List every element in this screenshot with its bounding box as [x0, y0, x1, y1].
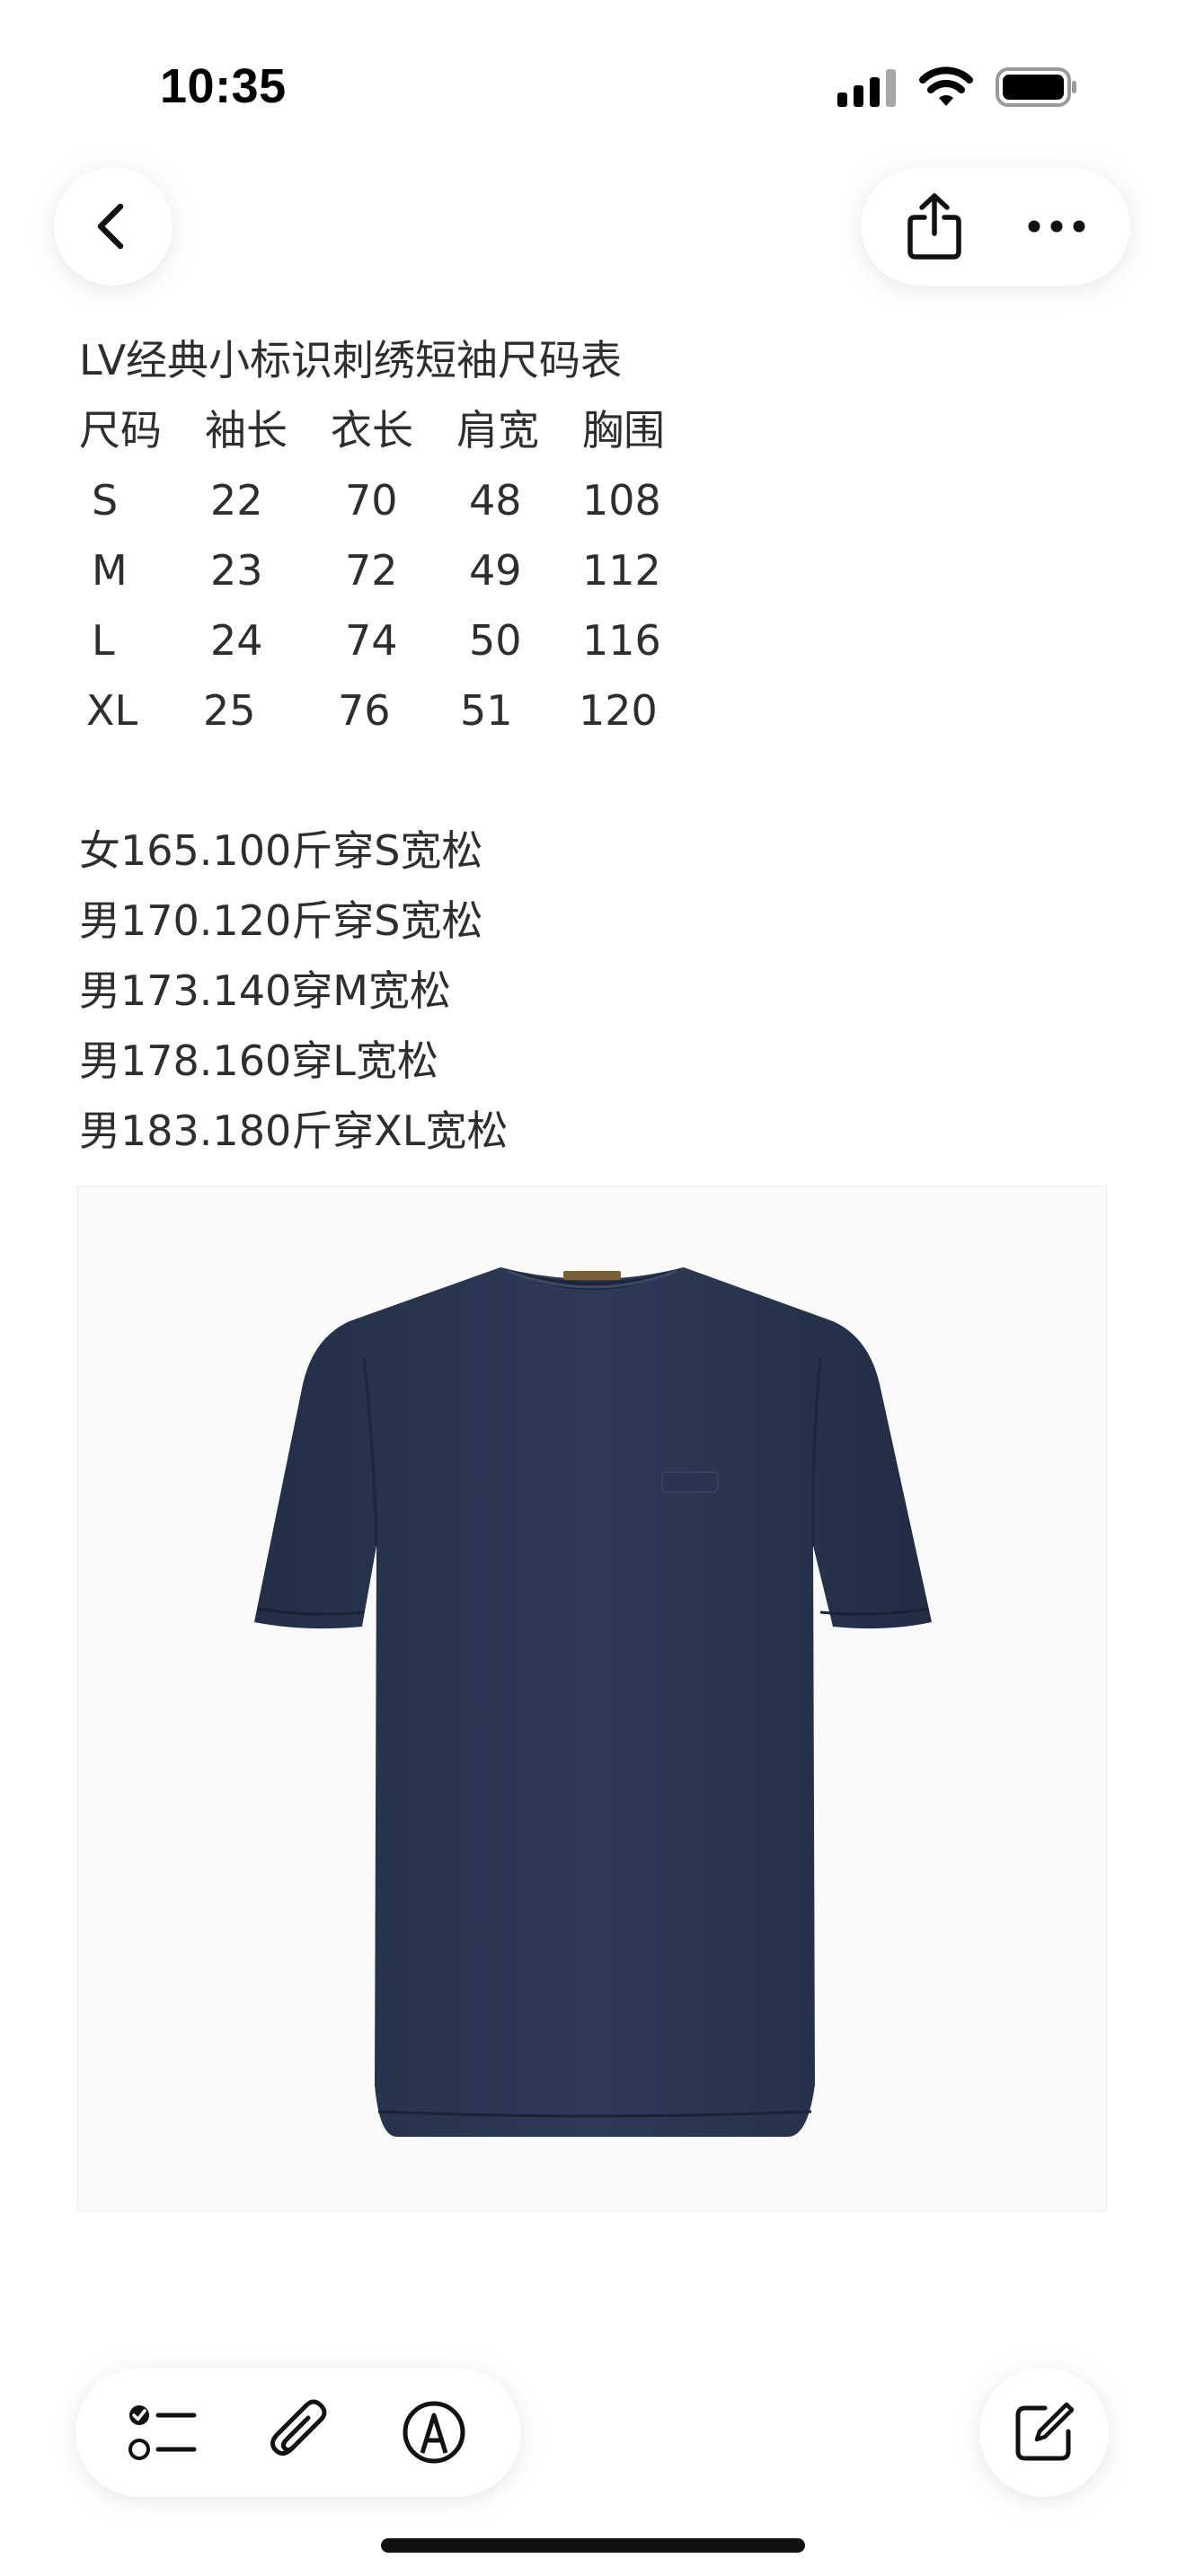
size-table-row: L 24 74 50 116	[79, 605, 1112, 675]
fit-recommendation: 男173.140穿M宽松	[79, 966, 451, 1015]
home-indicator[interactable]	[381, 2538, 805, 2553]
note-body[interactable]: LV经典小标识刺绣短袖尺码表 尺码 袖长 衣长 肩宽 胸围 S 22 70 48…	[79, 325, 1112, 1166]
pen-markup-icon	[403, 2401, 465, 2464]
length-cell: 70	[345, 476, 398, 525]
sleeve-cell: 25	[203, 686, 256, 735]
note-title: LV经典小标识刺绣短袖尺码表	[79, 336, 623, 384]
ellipsis-icon	[1028, 220, 1085, 233]
markup-button[interactable]	[385, 2383, 483, 2482]
status-time: 10:35	[160, 59, 287, 113]
header-sleeve-length: 袖长	[205, 406, 288, 454]
length-cell: 72	[345, 546, 398, 595]
header-size: 尺码	[79, 406, 162, 454]
paperclip-icon	[270, 2399, 327, 2456]
back-button[interactable]	[54, 167, 173, 286]
size-table-row: XL 25 76 51 120	[79, 675, 1112, 745]
shoulder-cell: 48	[469, 476, 522, 525]
status-icons	[837, 66, 1078, 108]
chest-cell: 112	[582, 546, 661, 595]
note-actions	[861, 167, 1130, 286]
shoulder-cell: 50	[469, 616, 522, 665]
bottom-toolbar	[75, 2368, 521, 2497]
chest-cell: 120	[579, 686, 658, 735]
shoulder-cell: 49	[469, 546, 522, 595]
share-button[interactable]	[885, 177, 984, 276]
chest-cell: 108	[582, 476, 661, 525]
share-icon	[907, 193, 961, 260]
length-cell: 74	[345, 616, 398, 665]
sleeve-cell: 24	[210, 616, 263, 665]
compose-button[interactable]	[979, 2368, 1109, 2497]
shoulder-cell: 51	[460, 686, 513, 735]
header-body-length: 衣长	[331, 406, 413, 454]
size-cell: S	[92, 476, 119, 525]
size-cell: XL	[86, 686, 138, 735]
size-table-row: S 22 70 48 108	[79, 465, 1112, 535]
size-table-row: M 23 72 49 112	[79, 535, 1112, 605]
wifi-icon	[919, 66, 973, 106]
header-chest: 胸围	[582, 406, 665, 454]
sleeve-cell: 22	[210, 476, 263, 525]
fit-recommendation: 男170.120斤穿S宽松	[79, 896, 483, 945]
fit-recommendation: 女165.100斤穿S宽松	[79, 826, 483, 875]
compose-icon	[1015, 2402, 1075, 2461]
chevron-left-icon	[97, 203, 124, 250]
header-shoulder-width: 肩宽	[456, 406, 539, 454]
size-cell: M	[92, 546, 128, 595]
size-table-header: 尺码 袖长 衣长 肩宽 胸围	[79, 395, 1112, 465]
neck-label	[563, 1271, 621, 1280]
cellular-signal-icon	[837, 69, 896, 107]
fit-recommendation: 男178.160穿L宽松	[79, 1037, 438, 1085]
more-button[interactable]	[1007, 177, 1106, 276]
chest-embroidery	[661, 1471, 719, 1493]
length-cell: 76	[338, 686, 391, 735]
size-cell: L	[92, 616, 115, 665]
checklist-button[interactable]	[113, 2383, 212, 2482]
fit-recommendation: 男183.180斤穿XL宽松	[79, 1107, 509, 1155]
sleeve-cell: 23	[210, 546, 263, 595]
tshirt-body	[254, 1267, 932, 2137]
chest-cell: 116	[582, 616, 661, 665]
attachment-button[interactable]	[249, 2383, 348, 2482]
tshirt-illustration	[254, 1267, 932, 2137]
checklist-icon	[128, 2405, 197, 2460]
product-image[interactable]	[77, 1186, 1107, 2211]
battery-icon	[996, 67, 1076, 107]
